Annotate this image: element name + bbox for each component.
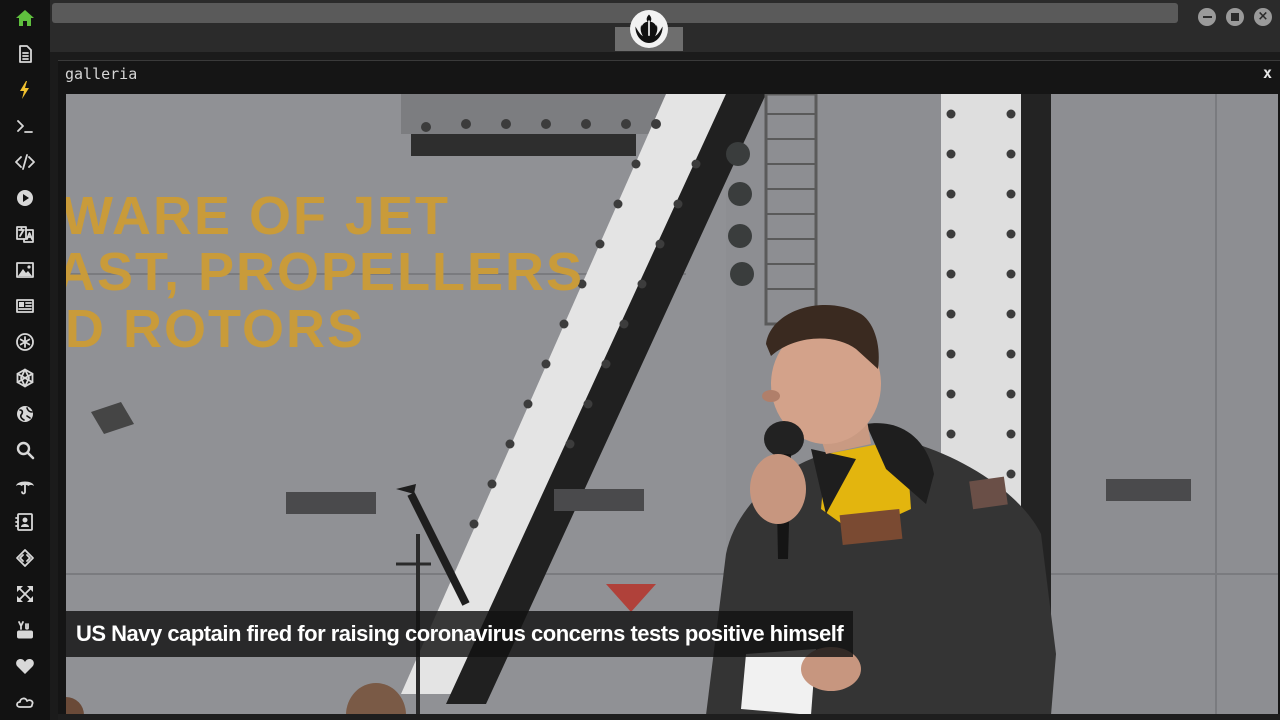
newspaper-icon[interactable]	[12, 293, 38, 319]
gallery-title: galleria	[65, 65, 138, 83]
document-icon[interactable]	[12, 41, 38, 67]
cloud-icon[interactable]	[12, 689, 38, 715]
sign-line-3: ID ROTORS	[66, 299, 365, 359]
image-icon[interactable]	[12, 257, 38, 283]
news-photo[interactable]: WARE OF JET AST, PROPELLERS ID ROTORS US…	[66, 94, 1278, 715]
sign-line-2: AST, PROPELLERS	[66, 242, 584, 302]
close-icon[interactable]: ×	[1254, 8, 1272, 26]
terminal-icon[interactable]	[12, 113, 38, 139]
code-icon[interactable]	[12, 149, 38, 175]
gallery-window: galleria x WARE OF JET AST, PROPELLERS I…	[58, 60, 1280, 720]
home-icon[interactable]	[12, 5, 38, 31]
gallery-close-button[interactable]: x	[1263, 64, 1272, 82]
rebel-alliance-icon[interactable]	[630, 10, 668, 48]
play-icon[interactable]	[12, 185, 38, 211]
youtube-icon[interactable]	[12, 617, 38, 643]
globe-icon[interactable]	[12, 401, 38, 427]
search-icon[interactable]	[12, 437, 38, 463]
gallery-bottom-border	[58, 714, 1280, 720]
hexagon-icon[interactable]	[12, 365, 38, 391]
lightning-icon[interactable]	[12, 77, 38, 103]
address-bar[interactable]	[52, 3, 1178, 23]
asterisk-icon[interactable]	[12, 329, 38, 355]
sign-line-1: WARE OF JET	[66, 186, 450, 246]
expand-icon[interactable]	[12, 581, 38, 607]
heart-icon[interactable]	[12, 653, 38, 679]
umbrella-icon[interactable]	[12, 473, 38, 499]
contact-icon[interactable]	[12, 509, 38, 535]
diamond-code-icon[interactable]	[12, 545, 38, 571]
photo-caption: US Navy captain fired for raising corona…	[66, 611, 854, 657]
caption-text: US Navy captain fired for raising corona…	[76, 621, 844, 646]
minimize-icon[interactable]	[1198, 8, 1216, 26]
translate-icon[interactable]	[12, 221, 38, 247]
maximize-icon[interactable]	[1226, 8, 1244, 26]
top-bar: ×	[50, 0, 1280, 52]
sidebar	[0, 0, 50, 720]
